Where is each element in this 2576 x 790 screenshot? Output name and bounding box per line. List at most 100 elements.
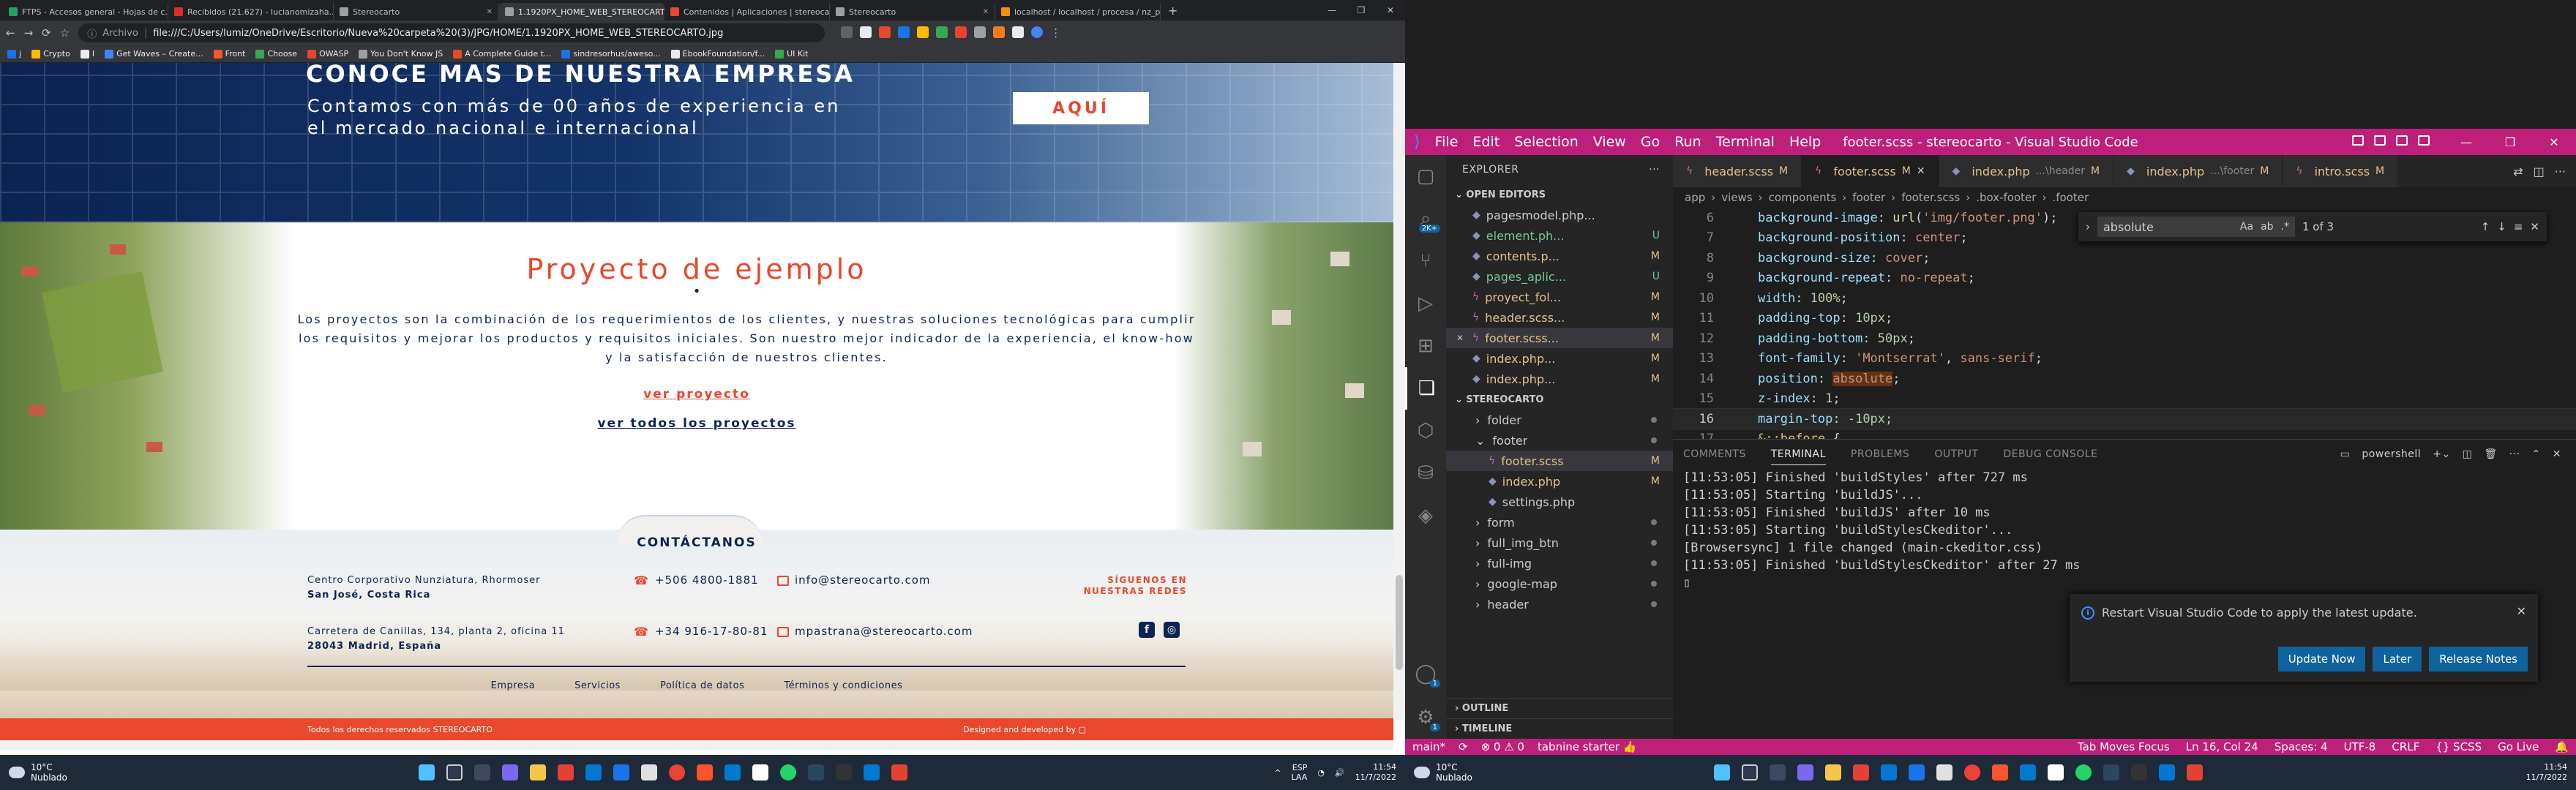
find-input[interactable]: absolute Aa ab .* bbox=[2097, 217, 2295, 237]
panel-tab-comments[interactable]: COMMENTS bbox=[1683, 448, 1746, 460]
office1-email[interactable]: info@stereocarto.com bbox=[777, 573, 931, 587]
browser-tab[interactable]: Contenidos | Aplicaciones | stereocar...… bbox=[664, 3, 830, 20]
office2-phone[interactable]: ☎ +34 916-17-80-81 bbox=[634, 625, 768, 639]
extension-icon[interactable] bbox=[955, 26, 967, 38]
bookmark-item[interactable]: Get Waves – Create... bbox=[105, 49, 203, 59]
menu-selection[interactable]: Selection bbox=[1514, 134, 1579, 150]
layout-panel-icon[interactable] bbox=[2374, 135, 2386, 146]
search-icon[interactable] bbox=[446, 764, 463, 780]
tab-focus-status[interactable]: Tab Moves Focus bbox=[2078, 740, 2170, 753]
breadcrumb-item[interactable]: views bbox=[1721, 191, 1752, 204]
menu-edit[interactable]: Edit bbox=[1472, 134, 1499, 150]
search-icon[interactable] bbox=[1742, 764, 1758, 780]
new-terminal-icon[interactable]: +⌄ bbox=[2433, 448, 2450, 460]
settings-gear-icon[interactable]: ⚙ 1 bbox=[1405, 696, 1446, 739]
menu-run[interactable]: Run bbox=[1674, 134, 1701, 150]
bookmark-item[interactable]: I bbox=[80, 49, 94, 59]
extension-icon[interactable] bbox=[879, 26, 891, 38]
app-icon[interactable] bbox=[641, 764, 657, 780]
star-icon[interactable] bbox=[860, 26, 872, 38]
tree-item[interactable]: ϟ footer.scss M bbox=[1446, 451, 1673, 471]
bookmark-item[interactable]: sindresorhus/aweso... bbox=[561, 49, 661, 59]
instagram-icon[interactable]: ◎ bbox=[1164, 622, 1180, 638]
info-icon[interactable]: ⓘ bbox=[87, 26, 97, 40]
footer-link-empresa[interactable]: Empresa bbox=[491, 680, 535, 692]
more-icon[interactable]: ··· bbox=[2509, 448, 2520, 460]
notifications-bell-icon[interactable]: 🔔 bbox=[2555, 740, 2569, 753]
next-match-icon[interactable]: ↓ bbox=[2497, 220, 2506, 233]
horizontal-scrollbar[interactable] bbox=[0, 740, 1393, 750]
layers-icon[interactable]: ◈ bbox=[1405, 494, 1446, 537]
office2-email[interactable]: mpastrana@stereocarto.com bbox=[777, 625, 973, 638]
panel-tab-output[interactable]: OUTPUT bbox=[1934, 448, 1978, 460]
open-editor-item[interactable]: ◆ index.php... M bbox=[1446, 348, 1673, 369]
whole-word-toggle[interactable]: ab bbox=[2261, 221, 2273, 233]
open-editor-item[interactable]: ◆ contents.p... M bbox=[1446, 246, 1673, 266]
facebook-icon[interactable]: f bbox=[1139, 622, 1155, 638]
hero-aqui-button[interactable]: AQUÍ bbox=[1013, 92, 1149, 124]
timeline-section[interactable]: › TIMELINE bbox=[1446, 718, 1673, 739]
menu-help[interactable]: Help bbox=[1789, 134, 1821, 150]
regex-toggle[interactable]: .* bbox=[2281, 221, 2289, 233]
tree-item[interactable]: › form bbox=[1446, 512, 1673, 533]
tree-item[interactable]: › header bbox=[1446, 594, 1673, 614]
edge-icon[interactable] bbox=[585, 764, 602, 780]
mail-app-icon[interactable] bbox=[1909, 764, 1925, 780]
more-actions-icon[interactable]: ··· bbox=[1649, 164, 1660, 176]
close-notification-icon[interactable]: ✕ bbox=[2517, 604, 2526, 618]
open-editor-item[interactable]: ◆ index.php... M bbox=[1446, 369, 1673, 389]
chevron-up-icon[interactable]: ^ bbox=[1274, 768, 1281, 778]
explorer-icon[interactable]: ▢ bbox=[1405, 155, 1446, 198]
trash-icon[interactable]: 🗑 bbox=[2484, 448, 2497, 460]
release-notes-button[interactable]: Release Notes bbox=[2429, 647, 2528, 672]
volume-icon[interactable]: 🔊 bbox=[1335, 768, 1345, 778]
docker-icon[interactable]: ❏ bbox=[1405, 367, 1446, 410]
windows-start-icon[interactable] bbox=[419, 764, 435, 780]
language-indicator[interactable]: ESP LAA bbox=[1292, 763, 1308, 782]
chrome-icon[interactable] bbox=[669, 764, 685, 780]
maximize-button[interactable]: ❐ bbox=[1347, 5, 1376, 15]
terminal-icon[interactable] bbox=[2131, 764, 2147, 780]
app-icon[interactable] bbox=[1936, 764, 1952, 780]
encoding-status[interactable]: UTF-8 bbox=[2344, 740, 2376, 753]
tab-close-icon[interactable]: ✕ bbox=[487, 8, 493, 16]
forward-icon[interactable]: → bbox=[24, 26, 34, 40]
branch-indicator[interactable]: main* bbox=[1412, 740, 1445, 753]
app-icon[interactable] bbox=[864, 764, 880, 780]
find-in-selection-icon[interactable]: ≡ bbox=[2514, 220, 2523, 233]
vscode-icon[interactable] bbox=[2020, 764, 2036, 780]
open-editor-item[interactable]: ϟ proyect_fol... M bbox=[1446, 287, 1673, 307]
notepad-icon[interactable] bbox=[752, 764, 768, 780]
extension-icon[interactable] bbox=[993, 26, 1006, 38]
editor-tab[interactable]: ◆ index.php ...\header M bbox=[1939, 155, 2114, 187]
file-explorer-icon[interactable] bbox=[530, 764, 546, 780]
restore-button[interactable]: ❐ bbox=[2488, 135, 2532, 149]
maximize-panel-icon[interactable]: ⌃ bbox=[2532, 448, 2541, 460]
bookmark-item[interactable]: j bbox=[7, 49, 21, 59]
mail-app-icon[interactable] bbox=[613, 764, 629, 780]
tree-item[interactable]: › google-map bbox=[1446, 573, 1673, 594]
task-view-icon[interactable] bbox=[1770, 764, 1786, 780]
breadcrumb-item[interactable]: app bbox=[1685, 191, 1705, 204]
editor-tab[interactable]: ◆ index.php ...\footer M bbox=[2113, 155, 2283, 187]
tree-item[interactable]: › folder bbox=[1446, 410, 1673, 430]
notepad-icon[interactable] bbox=[2048, 764, 2064, 780]
browser-tab[interactable]: FTPS - Accesos general - Hojas de c...✕ bbox=[3, 3, 168, 20]
minimize-button[interactable]: — bbox=[2444, 135, 2488, 149]
account-icon[interactable]: ◯ 1 bbox=[1405, 652, 1446, 695]
more-icon[interactable]: ··· bbox=[2555, 165, 2566, 178]
address-bar[interactable]: ⓘ Archivo | file:///C:/Users/lumiz/OneDr… bbox=[78, 23, 825, 42]
brave-icon[interactable] bbox=[697, 764, 713, 780]
open-editor-item[interactable]: ◆ pages_aplic... U bbox=[1446, 266, 1673, 287]
search-icon[interactable]: ⌕ 2K+ bbox=[1405, 198, 1446, 240]
eol-status[interactable]: CRLF bbox=[2392, 740, 2419, 753]
later-button[interactable]: Later bbox=[2373, 647, 2422, 672]
menu-go[interactable]: Go bbox=[1641, 134, 1660, 150]
bookmark-item[interactable]: Choose bbox=[255, 49, 297, 59]
tree-item[interactable]: › full_img_btn bbox=[1446, 533, 1673, 553]
share-icon[interactable] bbox=[841, 26, 853, 38]
sync-icon[interactable]: ⟳ bbox=[1459, 740, 1468, 753]
prev-match-icon[interactable]: ↑ bbox=[2481, 220, 2490, 233]
run-debug-icon[interactable]: ▷ bbox=[1405, 282, 1446, 325]
clock[interactable]: 11:54 11/7/2022 bbox=[1355, 762, 1396, 783]
